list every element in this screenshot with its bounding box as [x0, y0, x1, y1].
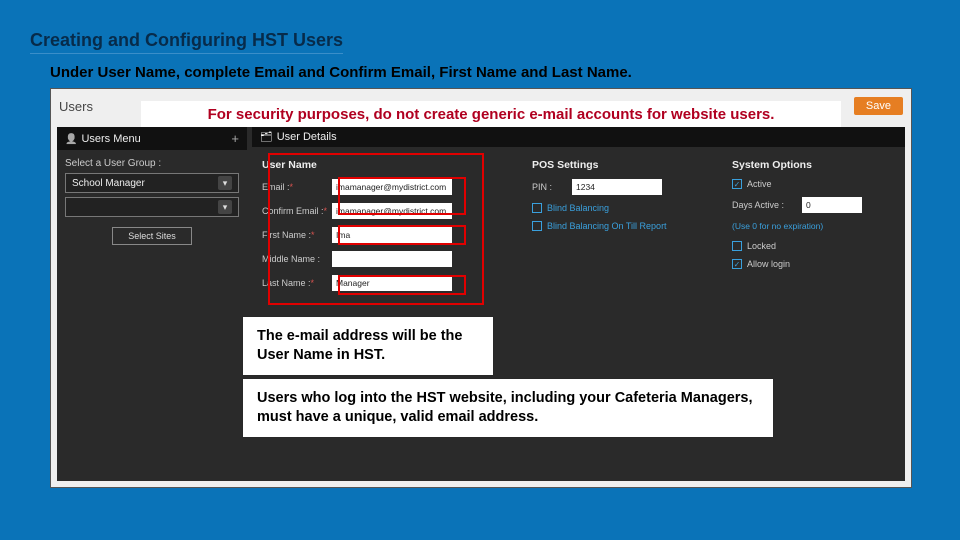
chevron-down-icon: ▾	[218, 200, 232, 214]
first-name-field[interactable]: Ima	[332, 227, 452, 243]
user-group-select-secondary[interactable]: ▾	[65, 197, 239, 217]
allow-login-label: Allow login	[747, 259, 790, 269]
user-group-select[interactable]: School Manager ▾	[65, 173, 239, 193]
user-group-label: Select a User Group :	[57, 150, 247, 173]
users-menu-title: Users Menu	[81, 133, 140, 145]
middle-name-label: Middle Name :	[262, 254, 320, 264]
active-checkbox[interactable]: ✓ Active	[732, 179, 892, 189]
confirm-email-field[interactable]: imamanager@mydistrict.com	[332, 203, 452, 219]
confirm-email-label: Confirm Email :	[262, 206, 324, 216]
blind-balancing-till-label: Blind Balancing On Till Report	[547, 221, 667, 231]
system-options-column: System Options ✓ Active Days Active : 0 …	[732, 149, 892, 277]
checkbox-icon	[732, 241, 742, 251]
locked-checkbox[interactable]: Locked	[732, 241, 892, 251]
slide-instruction: Under User Name, complete Email and Conf…	[50, 64, 632, 81]
last-name-label: Last Name :	[262, 278, 311, 288]
middle-name-field[interactable]	[332, 251, 452, 267]
user-name-section-title: User Name	[262, 149, 482, 179]
allow-login-checkbox[interactable]: ✓ Allow login	[732, 259, 892, 269]
checkbox-icon	[532, 221, 542, 231]
system-options-title: System Options	[732, 149, 892, 179]
days-active-field[interactable]: 0	[802, 197, 862, 213]
users-menu-header: Users Menu +	[57, 127, 247, 150]
email-field[interactable]: imamanager@mydistrict.com	[332, 179, 452, 195]
save-button[interactable]: Save	[854, 97, 903, 115]
active-label: Active	[747, 179, 772, 189]
user-group-value: School Manager	[72, 178, 145, 189]
callout-email-username: The e-mail address will be the User Name…	[243, 317, 493, 375]
users-menu-panel: Users Menu + Select a User Group : Schoo…	[57, 127, 247, 481]
checkbox-icon: ✓	[732, 259, 742, 269]
checkbox-icon	[532, 203, 542, 213]
first-name-label: First Name :	[262, 230, 311, 240]
email-label: Email :	[262, 182, 290, 192]
days-active-label: Days Active :	[732, 200, 784, 210]
blind-balancing-checkbox[interactable]: Blind Balancing	[532, 203, 712, 213]
chevron-down-icon: ▾	[218, 176, 232, 190]
days-active-hint: (Use 0 for no expiration)	[732, 221, 892, 231]
user-details-header: User Details	[252, 127, 905, 147]
callout-unique-email: Users who log into the HST website, incl…	[243, 379, 773, 437]
pin-label: PIN :	[532, 182, 552, 192]
blind-balancing-till-checkbox[interactable]: Blind Balancing On Till Report	[532, 221, 712, 231]
person-icon	[65, 133, 77, 145]
checkbox-icon: ✓	[732, 179, 742, 189]
pos-settings-column: POS Settings PIN : 1234 Blind Balancing …	[532, 149, 712, 239]
last-name-field[interactable]: Manager	[332, 275, 452, 291]
app-screenshot: Users Save For security purposes, do not…	[50, 88, 912, 488]
pos-settings-title: POS Settings	[532, 149, 712, 179]
select-sites-button[interactable]: Select Sites	[112, 227, 192, 245]
blind-balancing-label: Blind Balancing	[547, 203, 609, 213]
slide-title: Creating and Configuring HST Users	[30, 30, 343, 54]
user-details-title: User Details	[277, 131, 337, 143]
security-banner: For security purposes, do not create gen…	[141, 101, 841, 127]
locked-label: Locked	[747, 241, 776, 251]
page-heading: Users	[59, 99, 93, 114]
user-name-column: User Name Email :* imamanager@mydistrict…	[262, 149, 482, 299]
pin-field[interactable]: 1234	[572, 179, 662, 195]
add-user-icon[interactable]: +	[231, 131, 239, 146]
card-icon	[260, 131, 273, 143]
